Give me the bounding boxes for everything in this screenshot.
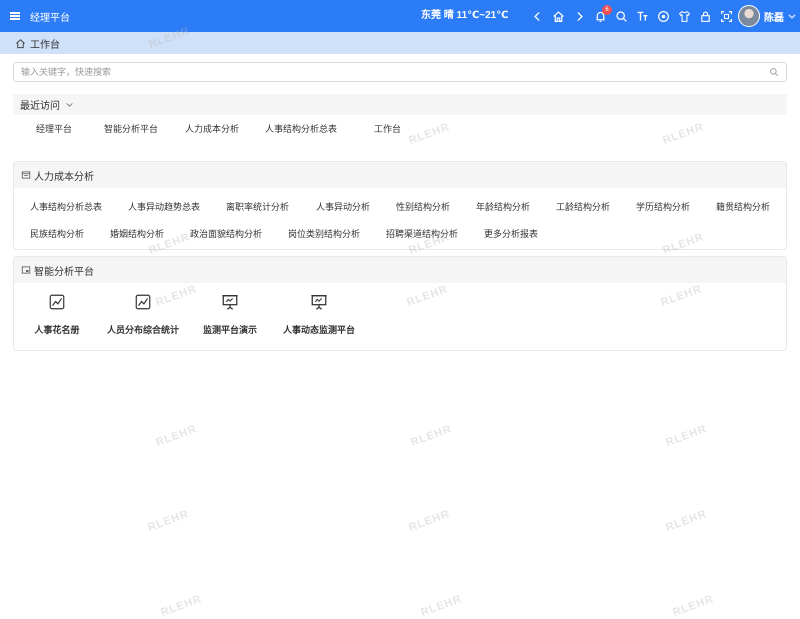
tile-monitor-demo[interactable]: 监测平台演示 — [201, 293, 259, 336]
user-menu[interactable]: 陈磊 — [738, 4, 797, 28]
app-title: 经理平台 — [30, 12, 70, 24]
recent-visits-header[interactable]: 最近访问 — [13, 94, 787, 115]
analysis-link[interactable]: 工龄结构分析 — [556, 200, 610, 213]
watermark: RLEHR — [146, 508, 191, 534]
chevron-down-icon[interactable] — [65, 100, 74, 109]
breadcrumb: 工作台 — [0, 32, 800, 54]
smart-analysis-title: 智能分析平台 — [34, 266, 94, 278]
theme-icon[interactable] — [653, 0, 674, 32]
bell-icon[interactable]: 6 — [590, 0, 612, 32]
presentation-icon — [222, 295, 238, 310]
home-icon[interactable] — [548, 0, 569, 32]
hr-cost-analysis-header: 人力成本分析 — [14, 162, 786, 188]
analysis-link[interactable]: 婚姻结构分析 — [110, 227, 164, 240]
top-bar: 经理平台 东莞 晴 11℃~21℃ 6 陈磊 — [0, 0, 800, 32]
analysis-link[interactable]: 更多分析报表 — [484, 227, 538, 240]
watermark: RLEHR — [664, 423, 709, 449]
hr-cost-analysis-title: 人力成本分析 — [34, 171, 94, 183]
tile-label: 监测平台演示 — [202, 325, 257, 335]
search-icon[interactable] — [611, 0, 632, 32]
chart-line-icon — [135, 294, 151, 310]
recent-visits-list: 经理平台 智能分析平台 人力成本分析 人事结构分析总表 工作台 — [13, 122, 787, 142]
analysis-link[interactable]: 人事结构分析总表 — [30, 200, 102, 213]
watermark: RLEHR — [664, 508, 709, 534]
recent-item[interactable]: 智能分析平台 — [104, 122, 158, 135]
tile-dynamic-monitor[interactable]: 人事动态监测平台 — [281, 293, 357, 336]
recent-item[interactable]: 人事结构分析总表 — [265, 122, 337, 135]
font-size-icon[interactable] — [632, 0, 653, 32]
fullscreen-icon[interactable] — [716, 0, 737, 32]
search-input[interactable] — [21, 67, 769, 77]
watermark: RLEHR — [159, 593, 204, 619]
analysis-link[interactable]: 离职率统计分析 — [226, 200, 289, 213]
tile-label: 人事动态监测平台 — [282, 325, 355, 335]
tile-label: 人员分布综合统计 — [106, 325, 179, 335]
analysis-link[interactable]: 政治面貌结构分析 — [190, 227, 262, 240]
analysis-link[interactable]: 性别结构分析 — [396, 200, 450, 213]
analysis-link[interactable]: 籍贯结构分析 — [716, 200, 770, 213]
smart-analysis-card: 智能分析平台 人事花名册 人员分布综合统计 监测平台演示 人事动态监测平台 — [13, 256, 787, 351]
search-icon[interactable] — [769, 67, 779, 77]
recent-visits-title: 最近访问 — [20, 101, 60, 112]
watermark: RLEHR — [419, 593, 464, 619]
watermark: RLEHR — [671, 593, 716, 619]
watermark: RLEHR — [154, 423, 199, 449]
dashboard-icon — [21, 266, 31, 274]
breadcrumb-workbench[interactable]: 工作台 — [30, 36, 60, 51]
analysis-link[interactable]: 学历结构分析 — [636, 200, 690, 213]
recent-item[interactable]: 经理平台 — [36, 122, 72, 135]
analysis-link[interactable]: 民族结构分析 — [30, 227, 84, 240]
recent-item[interactable]: 人力成本分析 — [185, 122, 239, 135]
tile-roster[interactable]: 人事花名册 — [32, 293, 82, 336]
tile-label: 人事花名册 — [34, 325, 80, 335]
analysis-link[interactable]: 人事异动分析 — [316, 200, 370, 213]
chart-line-icon — [49, 294, 65, 310]
chevron-down-icon[interactable] — [787, 11, 797, 21]
analysis-link[interactable]: 年龄结构分析 — [476, 200, 530, 213]
analysis-link[interactable]: 人事异动趋势总表 — [128, 200, 200, 213]
shirt-icon[interactable] — [674, 0, 695, 32]
recent-item[interactable]: 工作台 — [374, 122, 401, 135]
chevron-right-icon[interactable] — [569, 0, 590, 32]
home-icon[interactable] — [15, 38, 26, 49]
analysis-link[interactable]: 岗位类别结构分析 — [288, 227, 360, 240]
watermark: RLEHR — [407, 508, 452, 534]
search-box — [13, 62, 787, 82]
hamburger-menu-icon[interactable] — [0, 0, 30, 32]
lock-icon[interactable] — [695, 0, 716, 32]
analysis-link[interactable]: 招聘渠道结构分析 — [386, 227, 458, 240]
presentation-icon — [311, 295, 327, 310]
avatar[interactable] — [738, 5, 760, 27]
smart-analysis-header: 智能分析平台 — [14, 257, 786, 283]
weather-info: 东莞 晴 11℃~21℃ — [421, 10, 509, 21]
report-icon — [21, 171, 31, 179]
tile-staff-distribution[interactable]: 人员分布综合统计 — [105, 293, 181, 336]
user-name[interactable]: 陈磊 — [764, 9, 784, 24]
watermark: RLEHR — [409, 423, 454, 449]
hr-cost-analysis-card: 人力成本分析 人事结构分析总表 人事异动趋势总表 离职率统计分析 人事异动分析 … — [13, 161, 787, 250]
chevron-left-icon[interactable] — [527, 0, 548, 32]
